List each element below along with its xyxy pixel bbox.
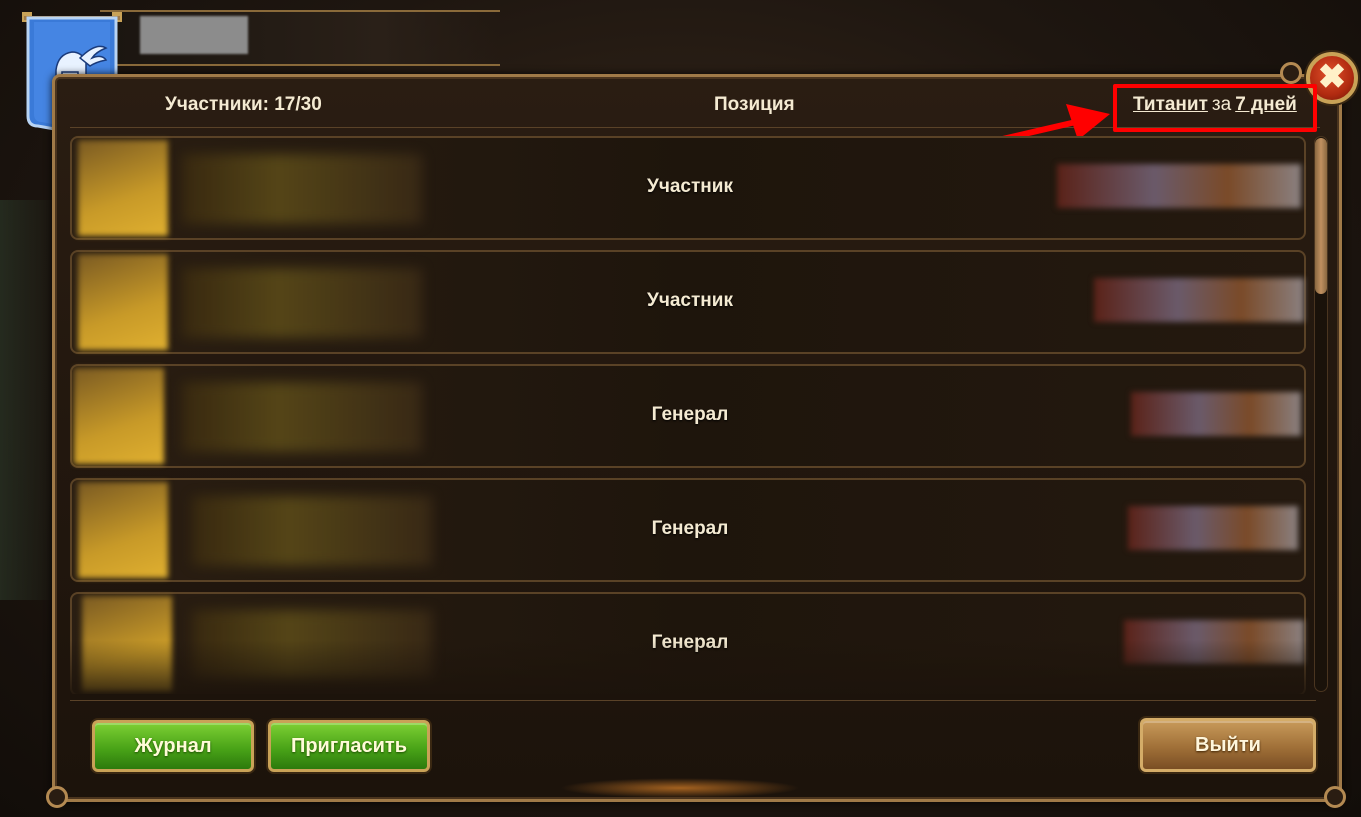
member-role: Генерал [651,404,729,425]
bottom-glow-ornament [560,778,800,798]
member-titanite-redacted [1128,506,1298,550]
member-titanite-redacted [1094,278,1304,322]
invite-button-label: Пригласить [290,735,408,757]
member-role: Генерал [651,518,729,539]
member-titanite-redacted [1057,164,1301,208]
journal-button-label: Журнал [134,735,212,757]
panel-corner-ornament [1324,786,1346,808]
footer-divider [70,700,1316,701]
member-titanite-redacted [1131,392,1301,436]
background-decor [0,200,60,600]
guild-name-redacted [140,16,248,54]
members-count-label: Участники: 17/30 [165,94,322,115]
scrollbar-thumb[interactable] [1315,138,1327,294]
list-fade-overlay [70,640,1310,700]
journal-button[interactable]: Журнал [92,720,254,772]
member-row[interactable]: Участник [70,136,1306,240]
member-row[interactable]: Генерал [70,478,1306,582]
invite-button[interactable]: Пригласить [268,720,430,772]
close-icon: ✖ [1317,58,1347,96]
panel-corner-ornament [1280,62,1302,84]
panel-corner-ornament [46,786,68,808]
leave-button[interactable]: Выйти [1140,718,1316,772]
members-list[interactable]: Участник Участник Генерал Генерал Генера… [70,134,1310,694]
member-row[interactable]: Участник [70,250,1306,354]
annotation-highlight-box [1113,84,1317,132]
position-column-header[interactable]: Позиция [714,94,795,116]
leave-button-label: Выйти [1195,734,1261,756]
member-row[interactable]: Генерал [70,364,1306,468]
